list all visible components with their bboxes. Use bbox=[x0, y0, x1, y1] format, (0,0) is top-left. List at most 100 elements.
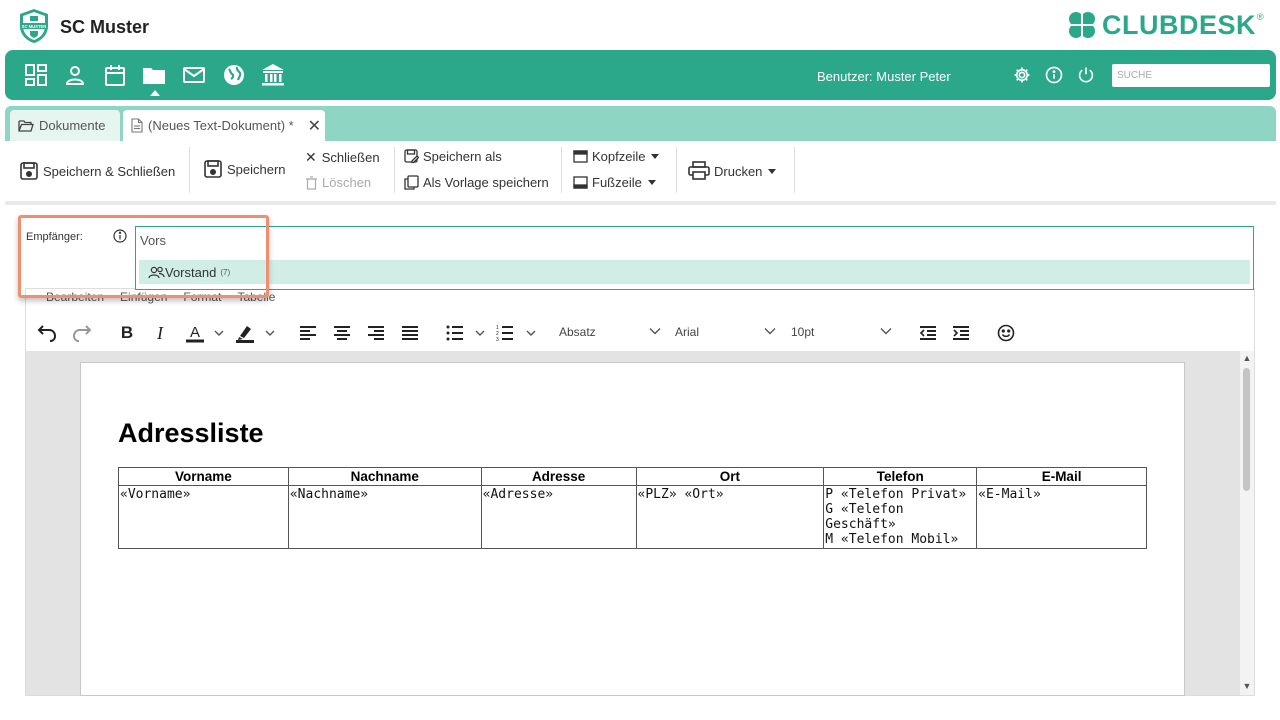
column-header[interactable]: Vorname bbox=[118, 467, 289, 486]
copy-icon bbox=[404, 175, 419, 190]
footer-dropdown[interactable]: Fußzeile bbox=[573, 175, 656, 190]
suggestion-count: (7) bbox=[220, 267, 231, 277]
table-cell[interactable]: «E-Mail» bbox=[976, 485, 1147, 549]
undo-icon[interactable] bbox=[37, 323, 57, 343]
align-left-icon[interactable] bbox=[298, 323, 318, 343]
nav-active-indicator bbox=[150, 90, 160, 96]
close-button[interactable]: ✕ Schließen bbox=[305, 149, 380, 166]
scroll-down-icon[interactable]: ▼ bbox=[1241, 681, 1253, 693]
close-tab-icon[interactable]: ✕ bbox=[308, 116, 321, 136]
close-label: Schließen bbox=[321, 150, 380, 165]
members-icon[interactable] bbox=[63, 63, 87, 87]
chevron-down-icon[interactable] bbox=[214, 329, 224, 337]
italic-icon[interactable]: I bbox=[150, 323, 170, 343]
column-header[interactable]: Telefon bbox=[823, 467, 978, 486]
toolbar-separator bbox=[5, 201, 1276, 205]
folder-open-icon bbox=[18, 119, 34, 132]
menu-edit[interactable]: Bearbeiten bbox=[46, 290, 104, 304]
current-user[interactable]: Benutzer: Muster Peter bbox=[817, 69, 951, 84]
table-cell[interactable]: P «Telefon Privat» G «Telefon Geschäft» … bbox=[823, 485, 978, 549]
column-header[interactable]: E-Mail bbox=[976, 467, 1147, 486]
menu-format[interactable]: Format bbox=[183, 290, 221, 304]
recipient-label: Empfänger: bbox=[26, 231, 83, 243]
align-center-icon[interactable] bbox=[332, 323, 352, 343]
document-title[interactable]: Adressliste bbox=[118, 418, 264, 449]
suggestion-label: Vorstand bbox=[165, 264, 217, 280]
align-justify-icon[interactable] bbox=[400, 323, 420, 343]
chevron-down-icon[interactable] bbox=[475, 329, 485, 337]
calendar-icon[interactable] bbox=[103, 63, 127, 87]
dashboard-icon[interactable] bbox=[24, 63, 48, 87]
group-icon bbox=[148, 266, 165, 278]
table-cell[interactable]: «PLZ» «Ort» bbox=[635, 485, 825, 549]
chevron-down-icon[interactable] bbox=[265, 329, 275, 337]
recipient-suggestion-item[interactable]: Vorstand (7) bbox=[139, 260, 1250, 284]
font-family-select[interactable]: Arial bbox=[675, 325, 699, 339]
gear-icon[interactable] bbox=[1013, 66, 1031, 84]
globe-icon[interactable] bbox=[222, 63, 246, 87]
tab-documents[interactable]: Dokumente bbox=[10, 110, 120, 141]
bullet-list-icon[interactable] bbox=[445, 323, 465, 343]
save-as-button[interactable]: Speichern als bbox=[404, 149, 502, 164]
save-as-template-button[interactable]: Als Vorlage speichern bbox=[404, 175, 549, 190]
delete-label: Löschen bbox=[322, 175, 372, 190]
block-format-select[interactable]: Absatz bbox=[559, 325, 596, 339]
chevron-down-icon bbox=[647, 180, 656, 185]
recipient-input[interactable] bbox=[140, 231, 260, 249]
header-icon bbox=[573, 150, 588, 163]
save-as-label: Speichern als bbox=[423, 149, 502, 164]
menu-insert[interactable]: Einfügen bbox=[120, 290, 167, 304]
chevron-down-icon[interactable] bbox=[880, 327, 892, 335]
table-header-row: Vorname Nachname Adresse Ort Telefon E-M… bbox=[118, 467, 1147, 486]
save-as-template-label: Als Vorlage speichern bbox=[423, 175, 549, 190]
printer-icon bbox=[688, 161, 710, 180]
table-cell[interactable]: «Nachname» bbox=[287, 485, 482, 549]
table-cell[interactable]: «Adresse» bbox=[480, 485, 637, 549]
column-header[interactable]: Nachname bbox=[287, 467, 482, 486]
clubdesk-logo: CLUBDESK ® bbox=[1066, 8, 1264, 42]
file-icon bbox=[131, 118, 143, 133]
toolbar-divider bbox=[189, 147, 190, 193]
app-header: SC MUSTER SC Muster CLUBDESK ® bbox=[0, 0, 1280, 50]
column-header[interactable]: Ort bbox=[635, 467, 825, 486]
documents-icon[interactable] bbox=[142, 63, 166, 87]
mail-icon[interactable] bbox=[182, 63, 206, 87]
highlight-color-icon[interactable] bbox=[235, 323, 255, 343]
info-icon[interactable] bbox=[1045, 66, 1063, 84]
bank-icon[interactable] bbox=[261, 63, 285, 87]
close-icon: ✕ bbox=[305, 149, 317, 165]
text-color-icon[interactable]: A bbox=[185, 323, 205, 343]
align-right-icon[interactable] bbox=[366, 323, 386, 343]
save-button[interactable]: Speichern bbox=[203, 159, 286, 179]
club-logo[interactable]: SC MUSTER bbox=[16, 8, 52, 44]
toolbar-divider bbox=[561, 147, 562, 193]
power-icon[interactable] bbox=[1077, 66, 1095, 84]
chevron-down-icon[interactable] bbox=[764, 327, 776, 335]
redo-icon[interactable] bbox=[72, 323, 92, 343]
scrollbar-thumb[interactable] bbox=[1243, 368, 1250, 491]
editor-toolbar: B I A 123 Absatz Arial 10pt bbox=[26, 315, 1254, 351]
address-table[interactable]: Vorname Nachname Adresse Ort Telefon E-M… bbox=[118, 467, 1147, 549]
emoji-icon[interactable] bbox=[996, 323, 1016, 343]
font-size-select[interactable]: 10pt bbox=[791, 325, 814, 339]
svg-text:A: A bbox=[190, 324, 200, 341]
delete-button[interactable]: Löschen bbox=[305, 175, 371, 190]
info-icon[interactable] bbox=[113, 229, 127, 243]
indent-icon[interactable] bbox=[951, 323, 971, 343]
scroll-up-icon[interactable]: ▲ bbox=[1241, 353, 1253, 365]
chevron-down-icon[interactable] bbox=[526, 329, 536, 337]
chevron-down-icon[interactable] bbox=[649, 327, 661, 335]
tab-new-text-document[interactable]: (Neues Text-Dokument) * ✕ bbox=[123, 110, 325, 141]
numbered-list-icon[interactable]: 123 bbox=[495, 323, 515, 343]
bold-icon[interactable]: B bbox=[117, 323, 137, 343]
column-header[interactable]: Adresse bbox=[480, 467, 637, 486]
search-input[interactable] bbox=[1112, 64, 1270, 87]
header-dropdown[interactable]: Kopfzeile bbox=[573, 149, 660, 164]
svg-text:3: 3 bbox=[496, 337, 499, 341]
save-and-close-button[interactable]: Speichern & Schließen bbox=[19, 161, 175, 181]
outdent-icon[interactable] bbox=[918, 323, 938, 343]
print-dropdown[interactable]: Drucken bbox=[688, 161, 777, 181]
table-cell[interactable]: «Vorname» bbox=[118, 485, 289, 549]
toolbar-divider bbox=[676, 147, 677, 193]
menu-table[interactable]: Tabelle bbox=[237, 290, 275, 304]
